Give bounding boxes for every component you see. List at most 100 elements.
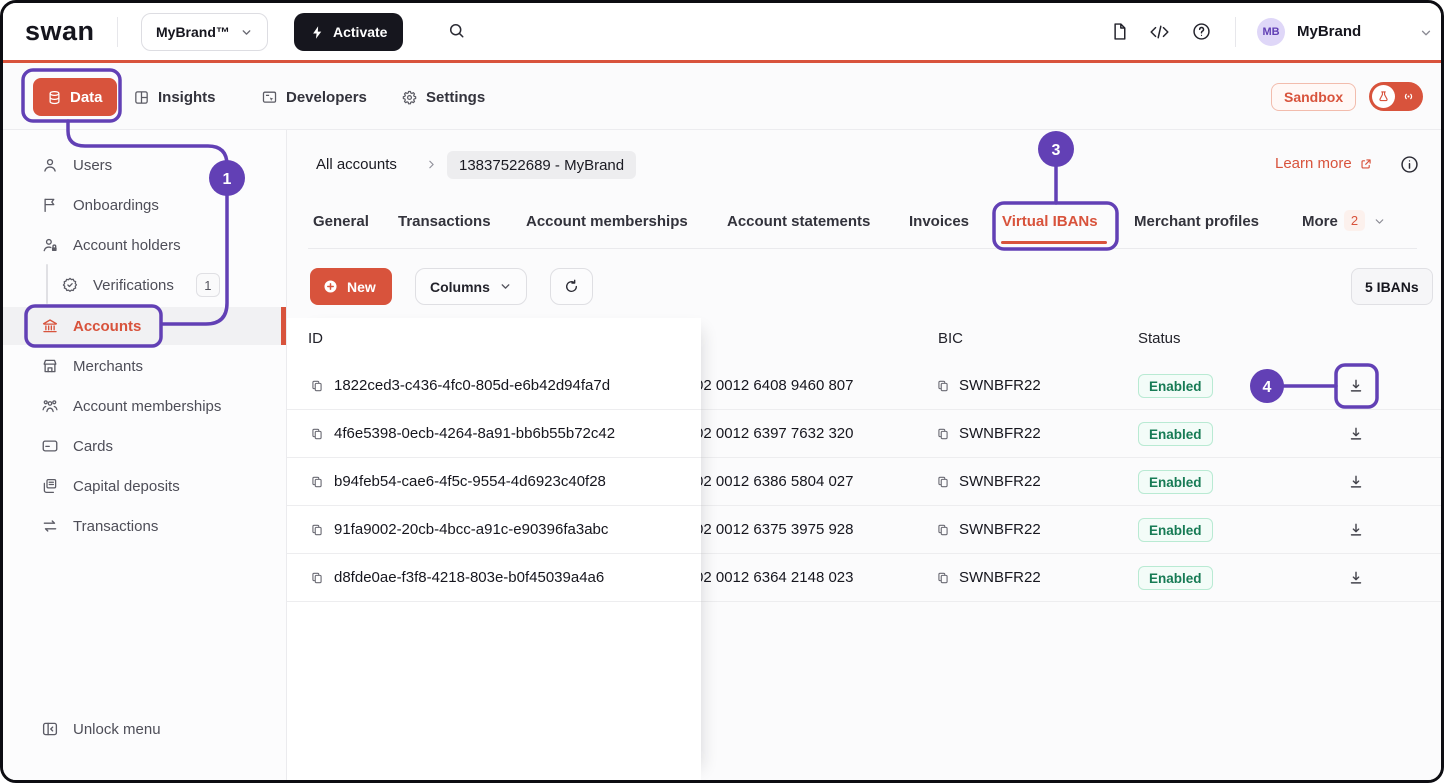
learn-more-link[interactable]: Learn more <box>1275 155 1373 172</box>
sidebar-item-verifications[interactable]: Verifications 1 <box>3 266 286 304</box>
plus-circle-icon <box>322 278 339 295</box>
id-cell[interactable]: 91fa9002-20cb-4bcc-a91c-e90396fa3abc <box>287 506 701 554</box>
sidebar-item-capital-deposits[interactable]: Capital deposits <box>3 467 286 505</box>
bic-value: SWNBFR22 <box>959 569 1041 586</box>
copy-icon[interactable] <box>310 427 324 441</box>
status-badge: Enabled <box>1138 518 1213 542</box>
seal-check-icon <box>61 276 79 294</box>
breadcrumb-all-accounts[interactable]: All accounts <box>316 156 397 173</box>
sidebar-item-label: Cards <box>73 438 113 455</box>
developers-icon <box>261 89 278 106</box>
refresh-icon <box>563 278 580 295</box>
copy-icon[interactable] <box>310 379 324 393</box>
download-icon[interactable] <box>1347 521 1365 539</box>
sidebar-item-account-holders[interactable]: Account holders <box>3 226 286 264</box>
info-icon[interactable] <box>1399 154 1420 175</box>
id-cell[interactable]: 4f6e5398-0ecb-4264-8a91-bb6b55b72c42 <box>287 410 701 458</box>
sidebar-item-onboardings[interactable]: Onboardings <box>3 186 286 224</box>
broadcast-icon <box>1400 88 1417 105</box>
tab-transactions[interactable]: Transactions <box>398 213 491 230</box>
sidebar-item-label: Capital deposits <box>73 478 180 495</box>
sidebar-item-label: Onboardings <box>73 197 159 214</box>
sidebar-item-merchants[interactable]: Merchants <box>3 347 286 385</box>
sidebar-item-label: Merchants <box>73 358 143 375</box>
copy-icon[interactable] <box>936 379 950 393</box>
copy-icon[interactable] <box>936 475 950 489</box>
chevron-down-icon[interactable] <box>1373 215 1386 228</box>
breadcrumb-current: 13837522689 - MyBrand <box>447 151 636 179</box>
nav-item-settings-label: Settings <box>426 89 485 106</box>
new-button[interactable]: New <box>310 268 392 305</box>
storefront-icon <box>41 357 59 375</box>
copy-icon[interactable] <box>936 427 950 441</box>
refresh-button[interactable] <box>550 268 593 305</box>
activate-button[interactable]: Activate <box>294 13 403 51</box>
download-icon[interactable] <box>1347 377 1365 395</box>
download-icon[interactable] <box>1347 425 1365 443</box>
copy-icon[interactable] <box>936 523 950 537</box>
nav-item-data[interactable]: Data <box>33 78 117 116</box>
copy-icon[interactable] <box>310 523 324 537</box>
nav-item-insights[interactable]: Insights <box>133 85 216 109</box>
swap-arrows-icon <box>41 517 59 535</box>
id-value: 4f6e5398-0ecb-4264-8a91-bb6b55b72c42 <box>334 425 615 442</box>
iban-count-badge: 5 IBANs <box>1351 268 1433 305</box>
tab-virtual-ibans[interactable]: Virtual IBANs <box>1002 213 1098 230</box>
id-cell[interactable]: 1822ced3-c436-4fc0-805d-e6b42d94fa7d <box>287 362 701 410</box>
status-badge: Enabled <box>1138 422 1213 446</box>
tab-merchant-profiles[interactable]: Merchant profiles <box>1134 213 1259 230</box>
chevron-down-icon[interactable] <box>1419 26 1433 40</box>
active-tab-underline <box>1001 241 1107 244</box>
sidebar: Users Onboardings Account holders Verifi… <box>3 130 287 780</box>
sidebar-item-label: Account holders <box>73 237 181 254</box>
sidebar-item-account-memberships[interactable]: Account memberships <box>3 387 286 425</box>
database-icon <box>47 90 62 105</box>
columns-button[interactable]: Columns <box>415 268 527 305</box>
download-icon[interactable] <box>1347 473 1365 491</box>
nav-item-developers[interactable]: Developers <box>261 85 367 109</box>
avatar[interactable]: MB <box>1257 18 1285 46</box>
iban-value: 02 0012 6364 2148 023 <box>695 554 854 601</box>
status-badge: Enabled <box>1138 470 1213 494</box>
gear-icon <box>401 89 418 106</box>
tabs-divider <box>308 248 1417 249</box>
id-value: 1822ced3-c436-4fc0-805d-e6b42d94fa7d <box>334 377 610 394</box>
code-icon[interactable] <box>1149 23 1170 41</box>
divider <box>1235 17 1236 47</box>
divider <box>117 17 118 47</box>
nav-item-settings[interactable]: Settings <box>401 85 485 109</box>
document-icon <box>41 477 59 495</box>
copy-icon[interactable] <box>936 571 950 585</box>
download-icon[interactable] <box>1347 569 1365 587</box>
external-link-icon <box>1359 157 1373 171</box>
docs-icon[interactable] <box>1109 21 1130 42</box>
tab-account-statements[interactable]: Account statements <box>727 213 870 230</box>
main-content: All accounts 13837522689 - MyBrand Learn… <box>287 130 1441 780</box>
bic-value: SWNBFR22 <box>959 473 1041 490</box>
tab-invoices[interactable]: Invoices <box>909 213 969 230</box>
columns-label: Columns <box>430 279 490 295</box>
help-icon[interactable] <box>1191 21 1212 42</box>
search-icon[interactable] <box>447 21 466 40</box>
sidebar-item-accounts[interactable]: Accounts <box>3 307 286 345</box>
copy-icon[interactable] <box>310 571 324 585</box>
app-window: swan MyBrand™ Activate MB MyBr <box>0 0 1444 783</box>
tab-more[interactable]: More <box>1302 213 1338 230</box>
id-cell[interactable]: b94feb54-cae6-4f5c-9554-4d6923c40f28 <box>287 458 701 506</box>
id-value: d8fde0ae-f3f8-4218-803e-b0f45039a4a6 <box>334 569 604 586</box>
tab-account-memberships[interactable]: Account memberships <box>526 213 688 230</box>
active-indicator <box>281 307 286 345</box>
credit-card-icon <box>41 437 59 455</box>
nav-item-developers-label: Developers <box>286 89 367 106</box>
sidebar-item-transactions[interactable]: Transactions <box>3 507 286 545</box>
tab-general[interactable]: General <box>313 213 369 230</box>
unlock-menu-button[interactable]: Unlock menu <box>3 710 286 748</box>
lightning-icon <box>310 25 325 40</box>
project-selector[interactable]: MyBrand™ <box>141 13 268 51</box>
user-lock-icon <box>41 236 59 254</box>
sidebar-item-cards[interactable]: Cards <box>3 427 286 465</box>
environment-toggle[interactable] <box>1369 82 1423 111</box>
id-cell[interactable]: d8fde0ae-f3f8-4218-803e-b0f45039a4a6 <box>287 554 701 602</box>
copy-icon[interactable] <box>310 475 324 489</box>
sidebar-item-users[interactable]: Users <box>3 146 286 184</box>
